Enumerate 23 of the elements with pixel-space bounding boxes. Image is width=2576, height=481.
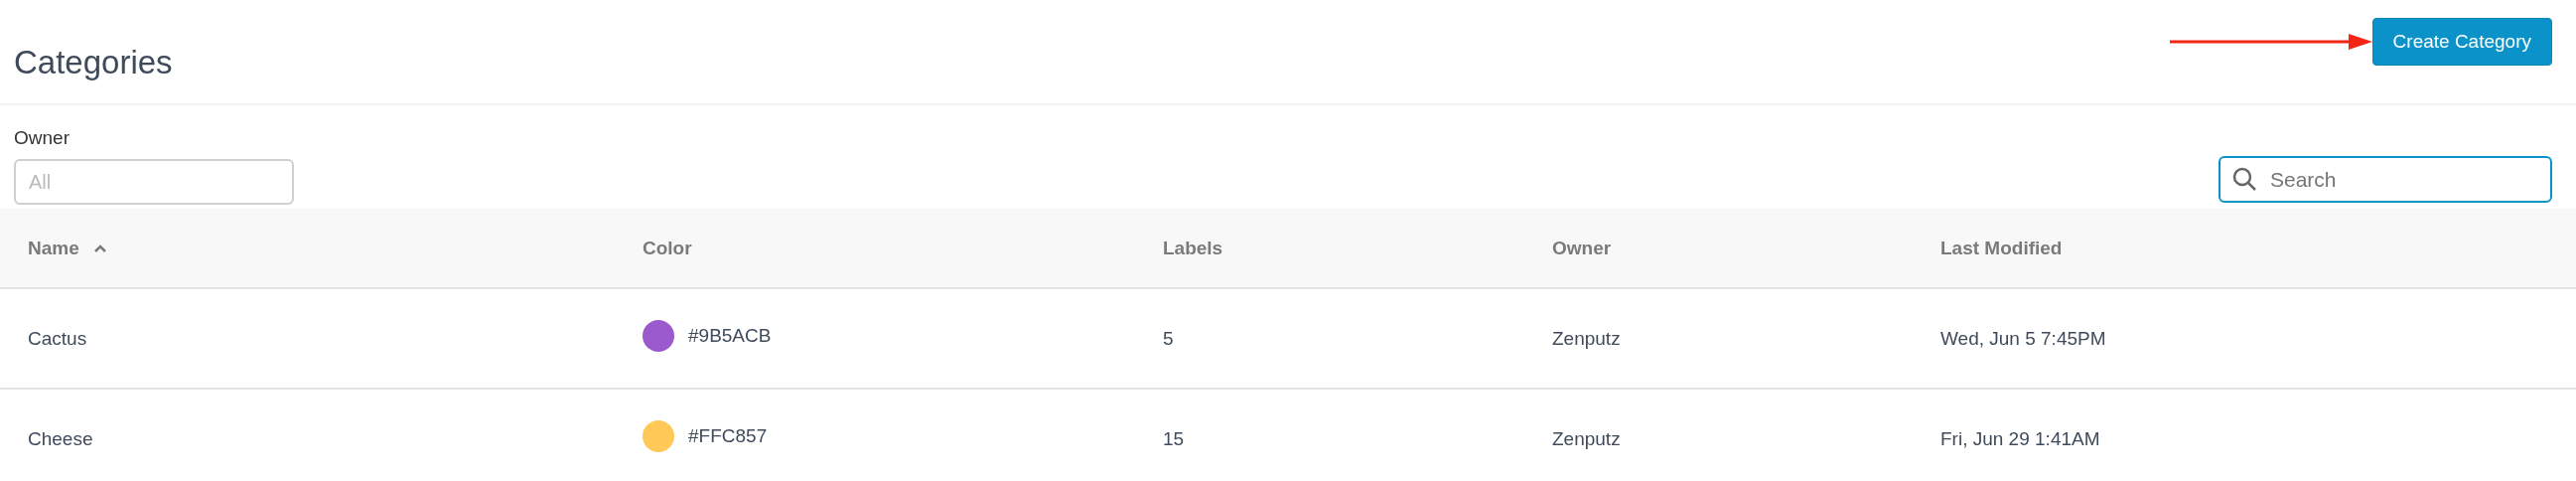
table-cell: 15 bbox=[1163, 427, 1185, 449]
search-icon bbox=[2231, 166, 2257, 192]
page-title: Categories bbox=[14, 44, 173, 81]
table-cell: Wed, Jun 5 7:45PM bbox=[1940, 327, 2106, 349]
owner-field[interactable]: All bbox=[14, 159, 294, 205]
table-cell: #FFC857 bbox=[688, 425, 768, 447]
arrow-icon bbox=[2169, 32, 2372, 52]
column-header[interactable]: Labels bbox=[1163, 237, 1223, 259]
column-header[interactable]: Last Modified bbox=[1940, 237, 2063, 259]
table-cell: Zenputz bbox=[1552, 427, 1621, 449]
search-field[interactable]: Search bbox=[2218, 156, 2552, 203]
table-cell: Fri, Jun 29 1:41AM bbox=[1940, 427, 2100, 449]
table-cell: Cactus bbox=[28, 327, 87, 349]
sort-caret-icon bbox=[92, 242, 107, 253]
table-cell: Zenputz bbox=[1552, 327, 1621, 349]
table-cell: Cheese bbox=[28, 427, 93, 449]
column-header[interactable]: Name bbox=[28, 237, 107, 259]
create-category-button[interactable]: Create Category bbox=[2371, 18, 2552, 66]
column-header[interactable]: Color bbox=[643, 237, 692, 259]
column-header[interactable]: Owner bbox=[1552, 237, 1612, 259]
owner-label: Owner bbox=[14, 127, 71, 149]
table-cell: #9B5ACB bbox=[688, 325, 772, 347]
table-cell: 5 bbox=[1163, 327, 1174, 349]
